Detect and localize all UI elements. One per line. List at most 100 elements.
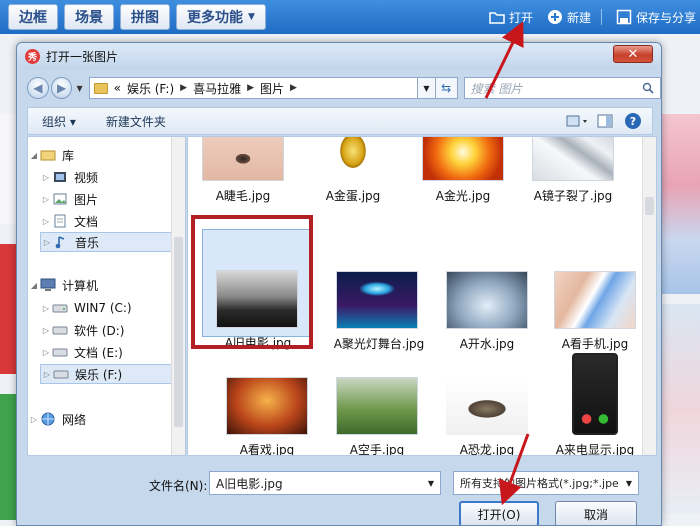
new-folder-button[interactable]: 新建文件夹 [106,113,166,130]
breadcrumb-drive[interactable]: 娱乐 (F:) [127,80,174,97]
drive-icon [52,301,68,315]
address-bar[interactable]: « 娱乐 (F:) ▶ 喜马拉雅 ▶ 图片 ▶ [88,77,419,99]
refresh-icon: ⇆ [441,81,452,95]
nav-label: 库 [62,148,75,163]
file-item[interactable]: A镜子裂了.jpg [518,137,628,231]
nav-item-documents[interactable]: ▷ 文档 [40,211,98,231]
nav-label: 网络 [62,412,87,427]
dialog-titlebar[interactable]: 秀 打开一张图片 ✕ [17,43,661,69]
drive-icon [52,345,68,359]
nav-label: 文档 [74,214,99,229]
expand-icon[interactable]: ▷ [41,238,53,247]
scrollbar-thumb[interactable] [645,197,654,215]
selection-highlight [191,215,313,349]
file-item[interactable]: A恐龙.jpg [432,377,542,455]
breadcrumb-current[interactable]: 图片 [260,80,284,97]
filetype-select[interactable]: 所有支持的图片格式(*.jpg;*.jpe ▼ [453,471,639,495]
file-thumbnail [554,271,636,329]
chevron-right-icon[interactable]: ▶ [180,83,187,93]
collapse-icon[interactable]: ◢ [28,281,40,290]
drive-icon [52,323,68,337]
music-icon [53,235,69,249]
search-placeholder: 搜索 图片 [470,81,523,96]
nav-item-library[interactable]: ◢ 库 [28,145,74,165]
organize-menu[interactable]: 组织 ▾ [42,113,76,130]
recent-locations-dropdown[interactable]: ▼ [76,84,82,93]
dialog-title: 打开一张图片 [46,49,119,64]
search-input[interactable]: 搜索 图片 [463,77,661,99]
nav-label: 文档 (E:) [74,345,123,360]
nav-item-drive-e[interactable]: ▷ 文档 (E:) [40,342,123,362]
expand-icon[interactable]: ▷ [40,195,52,204]
expand-icon[interactable]: ▷ [40,173,52,182]
breadcrumb-overflow[interactable]: « [114,81,121,95]
tab-collage[interactable]: 拼图 [120,4,170,30]
nav-item-computer[interactable]: ◢ 计算机 [28,275,98,295]
filename-label: 文件名(N): [149,479,208,493]
nav-item-drive-c[interactable]: ▷ WIN7 (C:) [40,298,132,318]
save-share-action[interactable]: 保存与分享 [616,9,696,26]
expand-icon[interactable]: ▷ [40,326,52,335]
open-action[interactable]: 打开 [489,9,533,26]
tab-label: 拼图 [131,10,159,26]
view-icon [566,115,587,127]
file-name: A睫毛.jpg [215,189,271,203]
navigation-pane: ◢ 库 ▷ 视频 ▷ 图片 ▷ 文档 ▷ 音乐 ◢ 计算机 ▷ WIN7 (C:… [27,136,186,456]
back-button[interactable]: ◀ [27,77,49,99]
filename-input[interactable]: A旧电影.jpg ▼ [209,471,441,495]
open-button[interactable]: 打开(O) [459,501,539,525]
file-name: A聚光灯舞台.jpg [333,337,425,351]
nav-item-drive-d[interactable]: ▷ 软件 (D:) [40,320,125,340]
tab-scene[interactable]: 场景 [64,4,114,30]
file-item[interactable]: A金蛋.jpg [298,137,408,231]
collapse-icon[interactable]: ◢ [28,151,40,160]
scrollbar-thumb[interactable] [174,237,183,427]
address-row: ◀ ▶ ▼ « 娱乐 (F:) ▶ 喜马拉雅 ▶ 图片 ▶ ▼ ⇆ 搜索 图片 [17,71,661,105]
breadcrumb-folder[interactable]: 喜马拉雅 [193,80,241,97]
cancel-button[interactable]: 取消 [555,501,637,525]
app-toolbar: 边框 场景 拼图 更多功能 ▼ 打开 新建 保存与分享 [0,0,700,34]
nav-label: 图片 [74,192,99,207]
file-item[interactable]: A空手.jpg [322,377,432,456]
address-dropdown[interactable]: ▼ [418,77,436,99]
file-item[interactable]: A看戏.jpg [212,377,322,456]
forward-button[interactable]: ▶ [50,77,73,99]
help-icon: ? [625,113,641,129]
tab-label: 场景 [75,10,103,26]
nav-item-network[interactable]: ▷ 网络 [28,409,86,429]
file-name: A空手.jpg [349,443,405,456]
chevron-right-icon[interactable]: ▶ [290,83,297,93]
new-action[interactable]: 新建 [547,9,591,26]
document-icon [52,214,68,228]
close-button[interactable]: ✕ [613,45,653,63]
expand-icon[interactable]: ▷ [40,304,52,313]
file-item[interactable]: A金光.jpg [408,137,518,231]
app-logo-icon: 秀 [25,48,40,64]
nav-item-video[interactable]: ▷ 视频 [40,167,98,187]
library-icon [40,148,56,162]
file-name: A看戏.jpg [239,443,295,456]
preview-pane-button[interactable] [594,111,616,131]
refresh-button[interactable]: ⇆ [435,77,458,99]
file-item[interactable]: A来电显示.jpg [540,353,650,456]
file-name: A来电显示.jpg [555,443,635,456]
nav-scrollbar[interactable] [171,137,185,455]
tab-border[interactable]: 边框 [8,4,58,30]
file-item[interactable]: A开水.jpg [432,271,542,379]
file-item[interactable]: A聚光灯舞台.jpg [322,271,432,379]
chevron-down-icon[interactable]: ▼ [428,479,434,488]
chevron-down-icon[interactable]: ▼ [626,479,632,488]
view-options-button[interactable] [566,111,588,131]
expand-icon[interactable]: ▷ [40,217,52,226]
tab-more-features[interactable]: 更多功能 ▼ [176,4,266,30]
expand-icon[interactable]: ▷ [41,370,53,379]
nav-item-drive-f[interactable]: ▷ 娱乐 (F:) [40,364,183,384]
expand-icon[interactable]: ▷ [40,348,52,357]
nav-item-music[interactable]: ▷ 音乐 [40,232,183,252]
file-list-scrollbar[interactable] [642,137,656,455]
nav-item-pictures[interactable]: ▷ 图片 [40,189,98,209]
expand-icon[interactable]: ▷ [28,415,40,424]
chevron-right-icon[interactable]: ▶ [247,83,254,93]
filename-value: A旧电影.jpg [216,476,283,491]
help-button[interactable]: ? [622,111,644,131]
